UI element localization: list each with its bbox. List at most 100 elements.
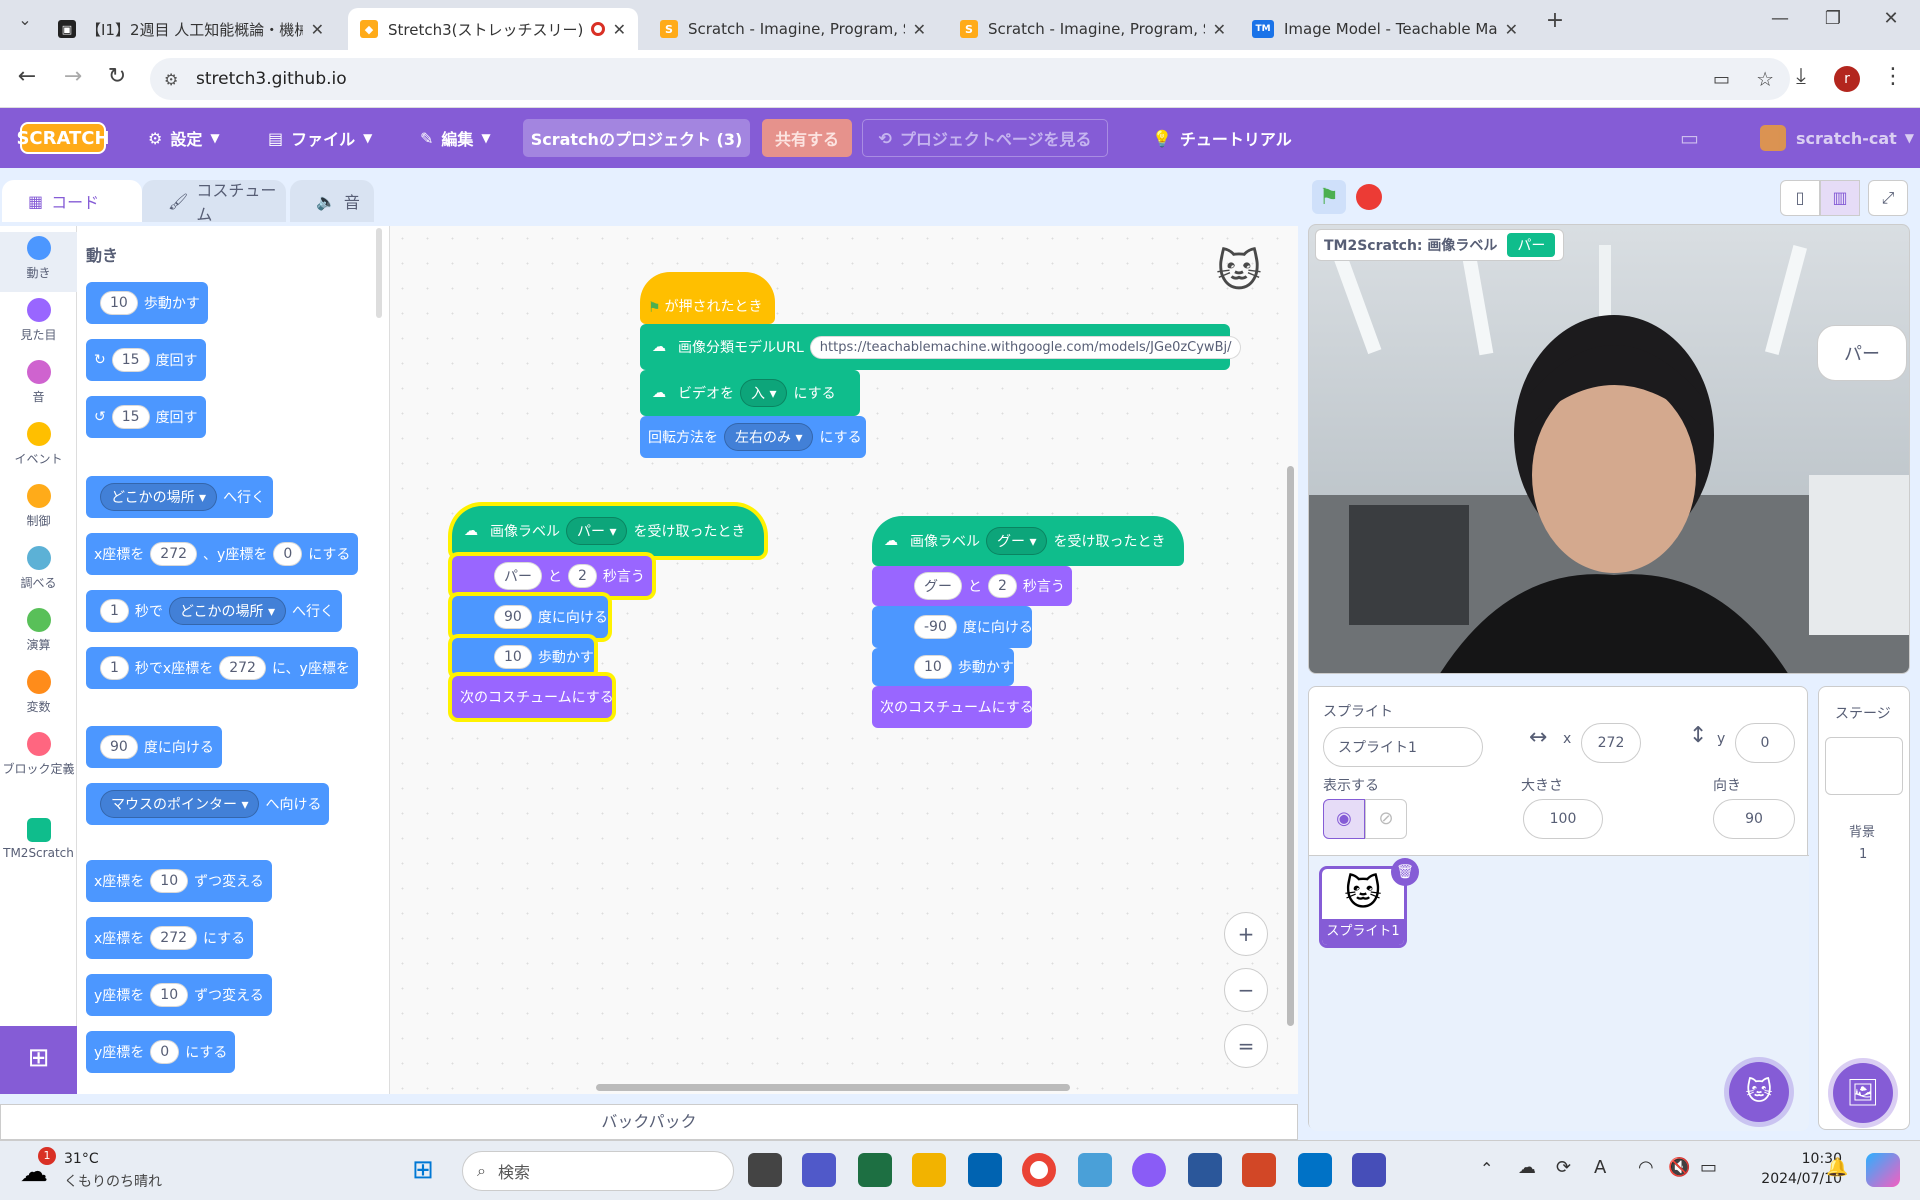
- block-input[interactable]: 10: [914, 655, 952, 679]
- sprite-name-input[interactable]: スプライト1: [1323, 727, 1483, 767]
- user-menu[interactable]: scratch-cat ▼: [1760, 108, 1914, 168]
- back-icon[interactable]: ←: [12, 64, 42, 89]
- windows-start-icon[interactable]: ⊞: [412, 1155, 434, 1185]
- minimize-icon[interactable]: —: [1765, 8, 1795, 29]
- glide-block[interactable]: 1 秒で どこかの場所 ▾ へ行く: [86, 590, 342, 632]
- tray-chevron-icon[interactable]: ⌃: [1480, 1159, 1493, 1178]
- browser-tab-1[interactable]: ▣ 【I1】2週目 人工知能概論・機械学 ✕: [46, 8, 336, 50]
- category-sound[interactable]: 音: [0, 356, 77, 416]
- change-x-block[interactable]: x座標を 10 ずつ変える: [86, 860, 272, 902]
- normal-stage-icon[interactable]: ▥: [1820, 180, 1860, 216]
- block-input[interactable]: 0: [150, 1040, 180, 1064]
- category-control[interactable]: 制御: [0, 480, 77, 540]
- block-input[interactable]: 90: [100, 735, 138, 759]
- tab-search-icon[interactable]: ⌄: [10, 10, 40, 29]
- teams-icon[interactable]: [802, 1153, 836, 1187]
- change-y-block[interactable]: y座標を 10 ずつ変える: [86, 974, 272, 1016]
- move-steps-block[interactable]: 10 歩動かす: [86, 282, 208, 324]
- taskbar-search[interactable]: ⌕ 検索: [462, 1151, 734, 1191]
- rotation-style-block[interactable]: 回転方法を 左右のみ ▾ にする: [640, 416, 866, 458]
- hide-eye-icon[interactable]: ⊘: [1365, 799, 1407, 839]
- profile-avatar[interactable]: r: [1834, 66, 1860, 92]
- backpack-bar[interactable]: バックパック: [0, 1104, 1298, 1140]
- point-towards-block[interactable]: マウスのポインター ▾ へ向ける: [86, 783, 330, 825]
- category-motion[interactable]: 動き: [0, 232, 77, 292]
- size-input[interactable]: 100: [1523, 799, 1603, 839]
- block-input[interactable]: 90: [494, 605, 532, 629]
- small-stage-icon[interactable]: ▯: [1780, 180, 1820, 216]
- category-variables[interactable]: 変数: [0, 666, 77, 726]
- volume-mute-icon[interactable]: 🔇: [1668, 1157, 1690, 1178]
- say-for-secs-block-1[interactable]: パーと 2 秒言う: [452, 556, 652, 596]
- direction-input[interactable]: 90: [1713, 799, 1795, 839]
- block-input[interactable]: 15: [111, 348, 150, 372]
- palette-scrollbar[interactable]: [376, 228, 382, 318]
- model-url-input[interactable]: https://teachablemachine.withgoogle.com/…: [809, 335, 1242, 359]
- site-info-icon[interactable]: ⚙: [164, 70, 178, 89]
- point-direction-block[interactable]: 90 度に向ける: [86, 726, 222, 768]
- goto-xy-block[interactable]: x座標を 272 、y座標を 0 にする: [86, 533, 359, 575]
- bookmark-star-icon[interactable]: ☆: [1756, 67, 1774, 91]
- file-menu[interactable]: ▤ ファイル ▼: [268, 108, 372, 168]
- workspace-v-scrollbar[interactable]: [1287, 466, 1294, 1026]
- browser-tab-5[interactable]: TM Image Model - Teachable Mach ✕: [1240, 8, 1530, 50]
- glide-xy-block[interactable]: 1 秒でx座標を 272 に、y座標を: [86, 647, 358, 689]
- project-title-input[interactable]: Scratchのプロジェクト (3): [523, 119, 750, 157]
- category-tm2scratch[interactable]: TM2Scratch: [0, 814, 77, 874]
- excel-icon[interactable]: [858, 1153, 892, 1187]
- workspace-h-scrollbar[interactable]: [596, 1084, 1070, 1091]
- scratch-logo[interactable]: SCRATCH: [16, 122, 110, 154]
- goto-block[interactable]: どこかの場所 ▾ へ行く: [86, 476, 274, 518]
- category-operators[interactable]: 演算: [0, 604, 77, 664]
- block-dropdown[interactable]: どこかの場所 ▾: [168, 597, 286, 625]
- browser-tab-2[interactable]: ◆ Stretch3(ストレッチスリー) ✕: [348, 8, 638, 50]
- notification-bell-icon[interactable]: 🔔: [1826, 1157, 1848, 1178]
- point-direction-block-1[interactable]: 90 度に向ける: [452, 596, 608, 638]
- block-dropdown[interactable]: 入 ▾: [740, 379, 788, 407]
- move-steps-block-1[interactable]: 10 歩動かす: [452, 638, 594, 676]
- close-window-icon[interactable]: ✕: [1876, 8, 1906, 29]
- settings-menu[interactable]: ⚙ 設定 ▼: [148, 108, 220, 168]
- see-project-page-button[interactable]: ⟲ プロジェクトページを見る: [862, 119, 1108, 157]
- zoom-out-button[interactable]: −: [1224, 968, 1268, 1012]
- block-input[interactable]: 2: [568, 564, 597, 588]
- block-input[interactable]: 10: [494, 645, 532, 669]
- sync-icon[interactable]: ⟳: [1556, 1157, 1571, 1178]
- say-for-secs-block-2[interactable]: グーと 2 秒言う: [872, 566, 1072, 606]
- stop-icon[interactable]: [1356, 184, 1382, 210]
- browser-tab-4[interactable]: S Scratch - Imagine, Program, Sha ✕: [948, 8, 1238, 50]
- battery-icon[interactable]: ▭: [1700, 1157, 1717, 1178]
- stage-selector-pane[interactable]: ステージ 背景 1 🖼: [1818, 686, 1910, 1130]
- browser-tab-3[interactable]: S Scratch - Imagine, Program, Sha ✕: [648, 8, 938, 50]
- zoom-in-button[interactable]: +: [1224, 912, 1268, 956]
- word-icon[interactable]: [1188, 1153, 1222, 1187]
- block-input[interactable]: 2: [988, 574, 1017, 598]
- tab-close-icon[interactable]: ✕: [913, 20, 926, 39]
- block-input[interactable]: 1: [100, 599, 129, 623]
- category-sensing[interactable]: 調べる: [0, 542, 77, 602]
- green-flag-icon[interactable]: ⚑: [1312, 180, 1346, 214]
- y-position-input[interactable]: 0: [1735, 723, 1795, 763]
- block-input[interactable]: 0: [273, 542, 303, 566]
- tab-costume[interactable]: 🖌 コスチューム: [142, 180, 286, 224]
- block-input[interactable]: 272: [219, 656, 266, 680]
- wifi-icon[interactable]: ◠: [1638, 1157, 1654, 1178]
- tutorial-menu[interactable]: 💡 チュートリアル: [1152, 108, 1292, 168]
- block-input[interactable]: 1: [100, 656, 129, 680]
- block-input[interactable]: 10: [150, 983, 189, 1007]
- task-view-icon[interactable]: [748, 1153, 782, 1187]
- block-input[interactable]: グー: [914, 572, 962, 600]
- block-dropdown[interactable]: グー ▾: [986, 527, 1048, 555]
- x-position-input[interactable]: 272: [1581, 723, 1641, 763]
- tab-code[interactable]: ▦ コード: [2, 180, 142, 222]
- tab-sound[interactable]: 🔈 音: [290, 180, 374, 222]
- add-sprite-button[interactable]: 🐱: [1729, 1062, 1789, 1122]
- turn-left-block[interactable]: ↺ 15 度回す: [86, 396, 206, 438]
- block-dropdown[interactable]: パー ▾: [566, 517, 628, 545]
- camera-icon[interactable]: ▭: [1713, 69, 1730, 90]
- point-direction-block-2[interactable]: -90 度に向ける: [872, 606, 1033, 648]
- delete-sprite-icon[interactable]: 🗑: [1391, 858, 1419, 886]
- model-url-block[interactable]: ☁ 画像分類モデルURL https://teachablemachine.with…: [640, 324, 1242, 370]
- powerpoint-icon[interactable]: [1242, 1153, 1276, 1187]
- category-my-blocks[interactable]: ブロック定義: [0, 728, 77, 798]
